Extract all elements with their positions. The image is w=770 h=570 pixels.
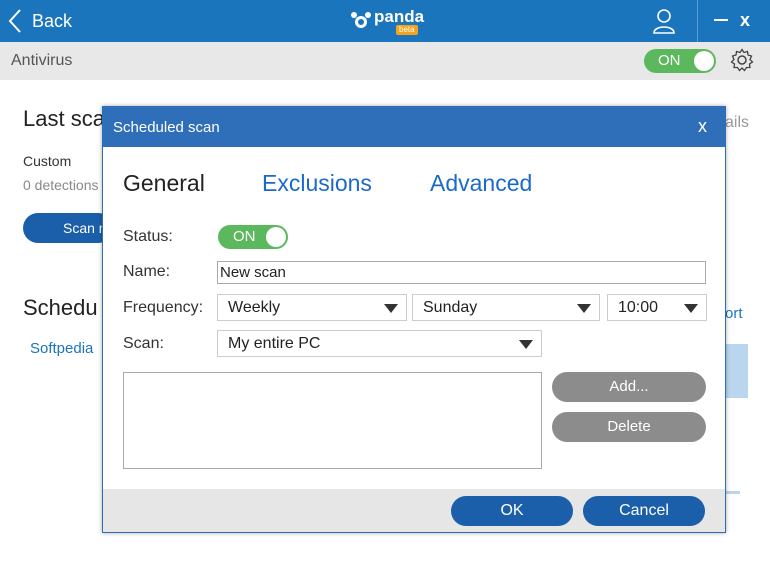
scheduled-scan-dialog: Scheduled scan x General Exclusions Adva… [102, 106, 726, 533]
toggle-knob [694, 51, 714, 71]
close-window-button[interactable]: x [740, 10, 750, 31]
tab-advanced[interactable]: Advanced [430, 170, 532, 197]
detections-count: 0 detections [23, 177, 99, 193]
minimize-button[interactable] [714, 19, 728, 21]
scan-now-button[interactable]: Scan n [23, 213, 113, 243]
time-value: 10:00 [618, 299, 659, 316]
antivirus-title: Antivirus [11, 52, 73, 69]
frequency-select[interactable]: Weekly [217, 294, 407, 321]
time-select[interactable]: 10:00 [607, 294, 707, 321]
scan-label: Scan: [123, 335, 164, 352]
back-button[interactable]: Back [8, 6, 72, 36]
user-icon[interactable] [652, 8, 676, 34]
chevron-left-icon [8, 9, 21, 33]
dropdown-arrow-icon [519, 340, 533, 349]
dialog-title: Scheduled scan [113, 119, 220, 136]
frequency-label: Frequency: [123, 299, 204, 316]
last-scan-type: Custom [23, 153, 72, 169]
frequency-value: Weekly [228, 299, 281, 316]
scheduled-scan-item[interactable]: Softpedia [30, 340, 93, 357]
name-input[interactable] [217, 261, 706, 284]
gear-icon[interactable] [730, 48, 754, 72]
tab-general[interactable]: General [123, 170, 205, 197]
last-scan-heading: Last sca [23, 106, 105, 131]
dropdown-arrow-icon [684, 304, 698, 313]
tab-exclusions[interactable]: Exclusions [262, 170, 372, 197]
antivirus-toggle[interactable]: ON [644, 49, 716, 73]
details-link[interactable]: ails [725, 114, 749, 132]
scan-items-list[interactable] [123, 372, 542, 469]
top-bar: Back panda beta x [0, 0, 770, 42]
list-divider [726, 491, 740, 494]
scan-target-value: My entire PC [228, 335, 321, 352]
status-toggle[interactable]: ON [218, 225, 288, 249]
day-select[interactable]: Sunday [412, 294, 600, 321]
scheduled-scans-heading: Schedu [23, 295, 98, 320]
status-toggle-label: ON [233, 228, 256, 245]
report-link[interactable]: ort [725, 305, 743, 322]
cancel-button[interactable]: Cancel [583, 496, 705, 526]
logo-text: panda [374, 7, 425, 26]
day-value: Sunday [423, 299, 478, 316]
beta-badge: beta [396, 25, 418, 35]
back-label: Back [32, 10, 73, 31]
toggle-label: ON [658, 52, 681, 69]
dropdown-arrow-icon [384, 304, 398, 313]
dialog-header: Scheduled scan x [103, 107, 725, 147]
delete-button[interactable]: Delete [552, 412, 706, 442]
toggle-knob [266, 227, 286, 247]
dropdown-arrow-icon [577, 304, 591, 313]
panda-logo: panda beta [350, 7, 430, 35]
ok-button[interactable]: OK [451, 496, 573, 526]
close-dialog-button[interactable]: x [698, 116, 707, 137]
divider [697, 0, 698, 42]
scan-target-select[interactable]: My entire PC [217, 330, 542, 357]
name-label: Name: [123, 263, 171, 280]
paw-icon [351, 12, 371, 28]
status-label: Status: [123, 228, 173, 245]
list-panel [726, 344, 748, 398]
add-button[interactable]: Add... [552, 372, 706, 402]
